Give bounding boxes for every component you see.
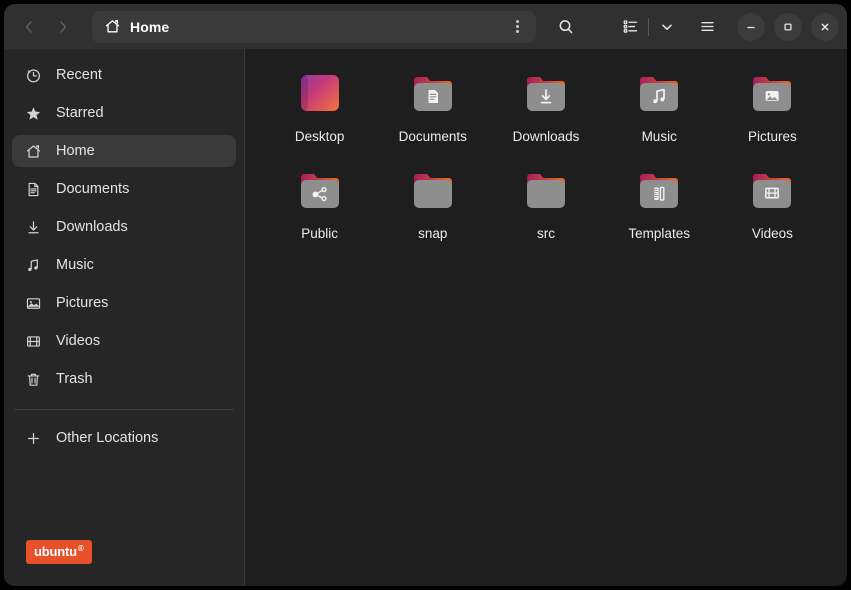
document-emblem	[428, 90, 438, 103]
file-name: Music	[641, 129, 677, 144]
folder-icon	[633, 69, 685, 121]
path-bar[interactable]: Home	[92, 10, 536, 43]
vertical-dots-icon	[515, 20, 519, 33]
list-view-button[interactable]	[614, 11, 646, 43]
sidebar-item-recent[interactable]: Recent	[12, 59, 236, 91]
sidebar-item-label: Videos	[56, 333, 101, 349]
trash-icon	[24, 370, 42, 388]
document-icon	[24, 180, 42, 198]
hamburger-menu-icon	[700, 22, 714, 31]
sidebar-item-videos[interactable]: Videos	[12, 325, 236, 357]
file-item[interactable]: Public	[263, 160, 376, 249]
sidebar-item-trash[interactable]: Trash	[12, 363, 236, 395]
window-controls-group	[614, 11, 839, 43]
sidebar-item-label: Pictures	[56, 295, 109, 311]
folder-icon	[294, 166, 346, 218]
chevron-right-icon	[60, 20, 67, 33]
sidebar-item-label: Other Locations	[56, 430, 159, 446]
sidebar-divider	[14, 409, 234, 410]
sidebar-item-label: Recent	[56, 67, 102, 83]
toolbar-separator	[648, 17, 649, 36]
close-icon	[821, 23, 829, 30]
home-icon	[24, 142, 42, 160]
search-icon	[559, 19, 573, 33]
sidebar-item-label: Starred	[56, 105, 104, 121]
file-manager-window: Home Recent Starred Home Documents Downl…	[4, 4, 847, 586]
folder-icon	[407, 166, 459, 218]
folder-icon	[520, 166, 572, 218]
sidebar-item-pictures[interactable]: Pictures	[12, 287, 236, 319]
ubuntu-logo-badge: ubuntu ®	[26, 540, 92, 564]
view-controls-group	[614, 11, 683, 43]
file-list-view[interactable]: Desktop Documents Downloads Music Pictur…	[245, 49, 847, 586]
ubuntu-badge-text: ubuntu	[34, 544, 77, 559]
sidebar-item-label: Home	[56, 143, 95, 159]
file-item[interactable]: Videos	[716, 160, 829, 249]
sidebar-item-home[interactable]: Home	[12, 135, 236, 167]
sidebar-item-starred[interactable]: Starred	[12, 97, 236, 129]
file-name: Pictures	[748, 129, 797, 144]
file-item[interactable]: Pictures	[716, 63, 829, 152]
music-icon	[24, 256, 42, 274]
home-icon	[104, 18, 121, 35]
folder-icon	[407, 69, 459, 121]
search-button[interactable]	[550, 11, 582, 43]
folder-icon	[633, 166, 685, 218]
chevron-left-icon	[25, 20, 32, 33]
image-emblem	[765, 91, 779, 101]
close-button[interactable]	[811, 12, 839, 41]
path-menu-button[interactable]	[504, 13, 530, 41]
sidebar: Recent Starred Home Documents Downloads …	[4, 49, 245, 586]
minimize-icon	[747, 26, 755, 28]
file-item[interactable]: Music	[603, 63, 716, 152]
header-bar: Home	[4, 4, 847, 49]
plus-icon	[24, 429, 42, 447]
sidebar-item-label: Downloads	[56, 219, 128, 235]
minimize-button[interactable]	[737, 12, 765, 41]
file-name: Public	[301, 226, 338, 241]
sidebar-item-downloads[interactable]: Downloads	[12, 211, 236, 243]
maximize-button[interactable]	[774, 12, 802, 41]
download-icon	[24, 218, 42, 236]
star-icon	[24, 104, 42, 122]
film-icon	[24, 332, 42, 350]
list-view-icon	[623, 20, 637, 33]
file-name: Videos	[751, 226, 793, 241]
folder-icon	[746, 69, 798, 121]
file-item[interactable]: src	[489, 160, 602, 249]
desktop-gradient-icon	[294, 69, 346, 121]
file-grid: Desktop Documents Downloads Music Pictur…	[263, 63, 829, 249]
ubuntu-badge-superscript: ®	[77, 544, 84, 553]
main-menu-button[interactable]	[691, 11, 723, 43]
view-options-button[interactable]	[651, 11, 683, 43]
chevron-down-icon	[662, 24, 672, 30]
sidebar-item-label: Trash	[56, 371, 93, 387]
file-name: Downloads	[512, 129, 580, 144]
sidebar-item-label: Documents	[56, 181, 130, 197]
window-body: Recent Starred Home Documents Downloads …	[4, 49, 847, 586]
file-name: Desktop	[294, 129, 345, 144]
file-item[interactable]: snap	[376, 160, 489, 249]
file-item[interactable]: Downloads	[489, 63, 602, 152]
file-name: Templates	[628, 226, 690, 241]
image-icon	[24, 294, 42, 312]
file-name: snap	[418, 226, 448, 241]
sidebar-item-music[interactable]: Music	[12, 249, 236, 281]
file-name: Documents	[398, 129, 467, 144]
path-label: Home	[130, 18, 170, 35]
maximize-icon	[784, 22, 792, 31]
folder-icon	[520, 69, 572, 121]
clock-icon	[24, 66, 42, 84]
file-item[interactable]: Desktop	[263, 63, 376, 152]
sidebar-item-label: Music	[56, 257, 94, 273]
file-item[interactable]: Templates	[603, 160, 716, 249]
folder-icon	[746, 166, 798, 218]
sidebar-item-other-locations[interactable]: Other Locations	[12, 422, 236, 454]
sidebar-item-documents[interactable]: Documents	[12, 173, 236, 205]
file-name: src	[536, 226, 555, 241]
forward-button[interactable]	[46, 12, 80, 42]
file-item[interactable]: Documents	[376, 63, 489, 152]
back-button[interactable]	[12, 12, 46, 42]
